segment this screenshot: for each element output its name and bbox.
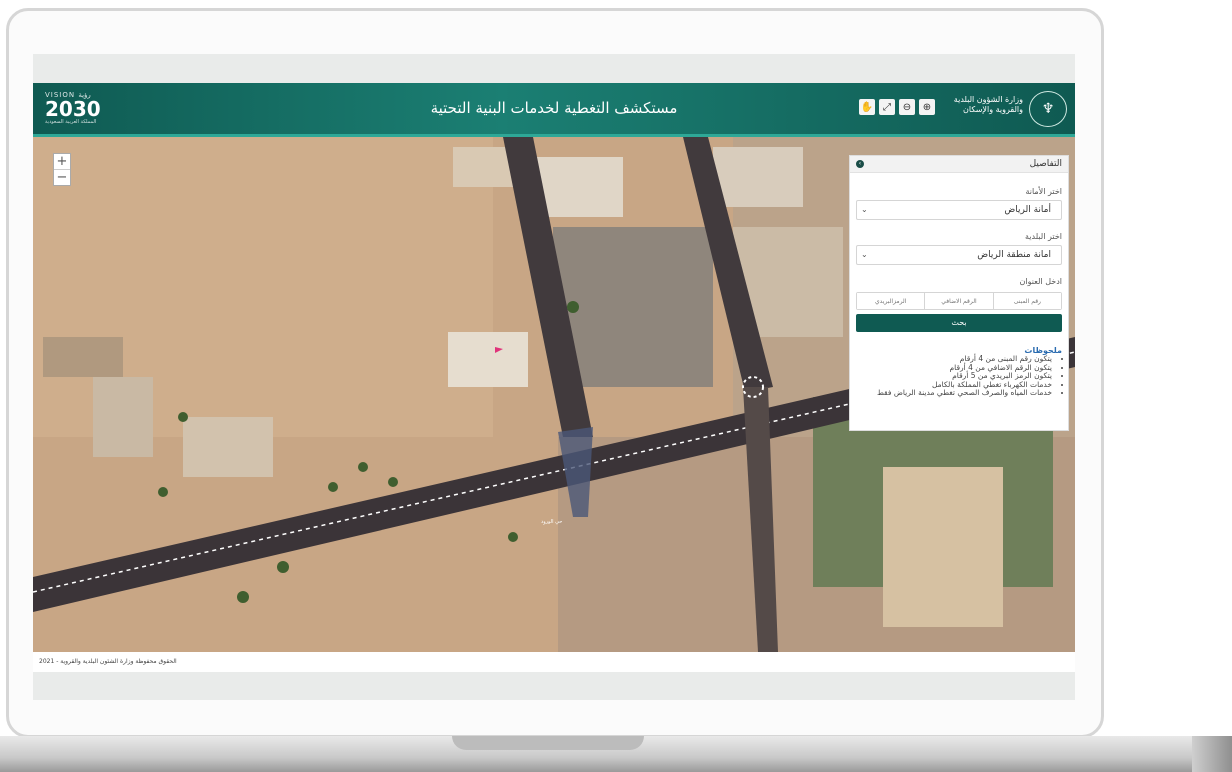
- amanah-label: اختر الأمانة: [1025, 187, 1062, 196]
- ministry-logo: ♆ وزارة الشؤون البلدية والقروية والإسكان: [947, 89, 1067, 131]
- chevron-down-icon: ⌄: [861, 205, 868, 214]
- zoom-control: + −: [53, 153, 71, 186]
- vision-logo-caption: المملكة العربية السعودية: [45, 119, 97, 125]
- laptop-edge: [1192, 736, 1232, 772]
- notes-section: ملحوظات يتكون رقم المبنى من 4 أرقام يتكو…: [856, 346, 1062, 398]
- address-label: ادخل العنوان: [1019, 277, 1063, 286]
- search-button[interactable]: بحث: [856, 314, 1062, 332]
- baladiya-label: اختر البلدية: [1025, 232, 1062, 241]
- note-item: خدمات المياه والصرف الصحي تغطي مدينة الر…: [856, 388, 1052, 398]
- zoom-in-button[interactable]: +: [54, 154, 70, 169]
- baladiya-value: امانة منطقة الرياض: [977, 250, 1051, 260]
- panel-header: التفاصيل ›: [850, 156, 1068, 173]
- notes-list: يتكون رقم المبنى من 4 أرقام يتكون الرقم …: [856, 354, 1062, 398]
- details-panel: التفاصيل › اختر الأمانة أمانة الرياض ⌄ ا…: [849, 155, 1069, 431]
- app-header: VISION رؤية 2030 المملكة العربية السعودي…: [33, 83, 1075, 137]
- building-number-input[interactable]: [992, 293, 1061, 309]
- palm-emblem-icon: ♆: [1029, 91, 1067, 127]
- laptop-notch: [452, 736, 644, 750]
- baladiya-select[interactable]: امانة منطقة الرياض ⌄: [856, 245, 1062, 265]
- address-inputs: [856, 292, 1062, 310]
- hand-icon[interactable]: ✋: [859, 99, 875, 115]
- additional-number-input[interactable]: [924, 293, 993, 309]
- laptop-base: [0, 736, 1232, 772]
- map-toolbar: ✋ ⤢ ⊖ ⊕: [859, 99, 935, 115]
- ministry-name-line2: والقروية والإسكان: [963, 105, 1023, 114]
- ministry-name: وزارة الشؤون البلدية والقروية والإسكان: [954, 95, 1023, 115]
- satellite-map[interactable]: حي الورود + − التفاصيل › اختر الأمانة أم…: [33, 137, 1075, 652]
- postal-code-input[interactable]: [857, 293, 925, 309]
- zoom-out-button[interactable]: −: [54, 169, 70, 185]
- amanah-value: أمانة الرياض: [1004, 205, 1051, 215]
- ministry-name-line1: وزارة الشؤون البلدية: [953, 95, 1023, 104]
- fullscreen-icon[interactable]: ⤢: [879, 99, 895, 115]
- amanah-select[interactable]: أمانة الرياض ⌄: [856, 200, 1062, 220]
- chevron-down-icon: ⌄: [861, 250, 868, 259]
- panel-title: التفاصيل: [1029, 159, 1062, 169]
- collapse-icon[interactable]: ›: [856, 160, 864, 168]
- zoom-out-icon[interactable]: ⊖: [899, 99, 915, 115]
- zoom-in-icon[interactable]: ⊕: [919, 99, 935, 115]
- footer-copyright: الحقوق محفوظة وزارة الشئون البلدية والقر…: [33, 652, 1075, 672]
- map-place-label: حي الورود: [541, 519, 563, 525]
- vision-logo-top: VISION رؤية: [45, 91, 91, 99]
- app-screen: VISION رؤية 2030 المملكة العربية السعودي…: [33, 54, 1075, 700]
